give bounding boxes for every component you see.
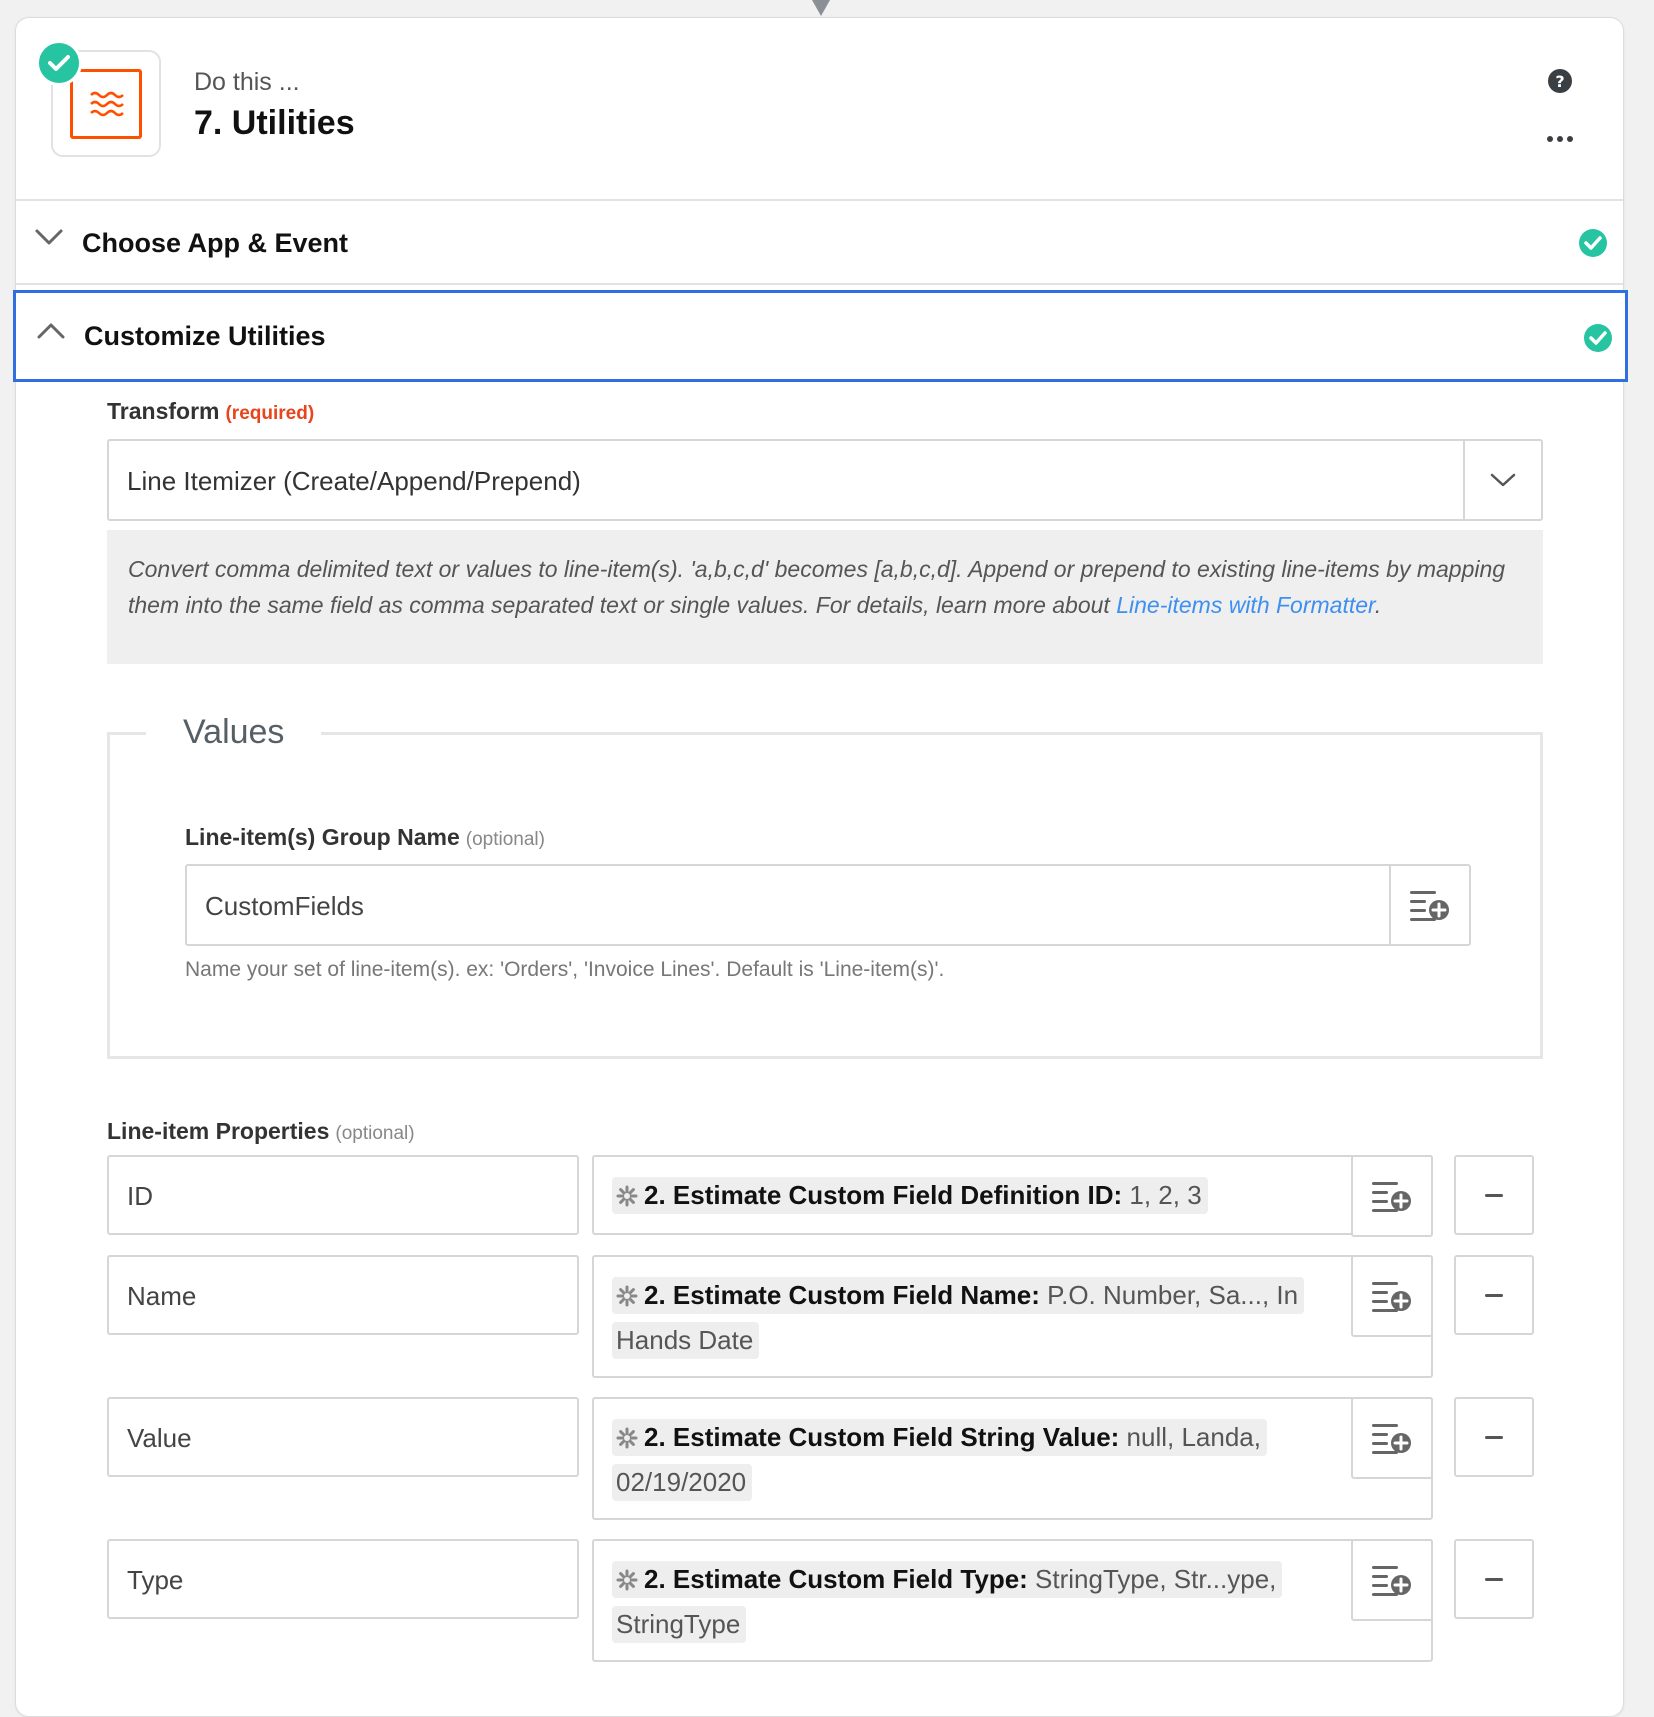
data-pill[interactable]: 2. Estimate Custom Field Definition ID: … xyxy=(612,1177,1208,1214)
data-pill[interactable]: 2. Estimate Custom Field Name: P.O. Numb… xyxy=(612,1277,1305,1359)
step-header[interactable]: Do this ... 7. Utilities ? xyxy=(16,18,1623,201)
remove-row-button[interactable] xyxy=(1454,1155,1534,1235)
insert-data-icon[interactable] xyxy=(1351,1155,1433,1237)
section-label: Choose App & Event xyxy=(82,228,349,258)
group-name-value: CustomFields xyxy=(205,891,364,921)
group-name-label: Line-item(s) Group Name (optional) xyxy=(185,824,545,851)
property-key-input[interactable]: Value xyxy=(107,1397,579,1477)
chevron-down-icon xyxy=(34,227,64,252)
minus-icon xyxy=(1485,1293,1503,1297)
pill-name: 2. Estimate Custom Field String Value: xyxy=(644,1422,1120,1452)
data-pill[interactable]: 2. Estimate Custom Field String Value: n… xyxy=(612,1419,1267,1501)
check-circle-icon xyxy=(1578,228,1608,263)
property-key: Type xyxy=(127,1565,184,1595)
chevron-down-icon[interactable] xyxy=(1463,441,1541,519)
property-key-input[interactable]: Type xyxy=(107,1539,579,1619)
transform-help: Convert comma delimited text or values t… xyxy=(107,530,1543,664)
help-icon[interactable]: ? xyxy=(1547,68,1573,99)
step-kicker: Do this ... xyxy=(194,68,300,96)
svg-text:?: ? xyxy=(1555,72,1564,91)
help-link[interactable]: Line-items with Formatter xyxy=(1116,592,1375,618)
insert-data-icon[interactable] xyxy=(1351,1255,1433,1337)
chevron-up-icon xyxy=(36,321,66,346)
property-value-input[interactable]: 2. Estimate Custom Field String Value: n… xyxy=(592,1397,1433,1520)
pill-name: 2. Estimate Custom Field Type: xyxy=(644,1564,1028,1594)
step-title[interactable]: 7. Utilities xyxy=(194,104,355,143)
remove-row-button[interactable] xyxy=(1454,1397,1534,1477)
pill-value: 1, 2, 3 xyxy=(1122,1180,1202,1210)
formatter-icon xyxy=(70,69,142,139)
properties-label: Line-item Properties (optional) xyxy=(107,1118,415,1145)
transform-label-text: Transform xyxy=(107,398,220,424)
remove-row-button[interactable] xyxy=(1454,1255,1534,1335)
properties-label-text: Line-item Properties xyxy=(107,1118,330,1144)
mapped-field[interactable]: 2. Estimate Custom Field Type: StringTyp… xyxy=(612,1558,1302,1645)
property-key-input[interactable]: ID xyxy=(107,1155,579,1235)
pill-name: 2. Estimate Custom Field Definition ID: xyxy=(644,1180,1123,1210)
transform-label: Transform (required) xyxy=(107,398,314,425)
optional-tag: (optional) xyxy=(465,829,545,850)
check-icon xyxy=(36,40,82,86)
more-icon[interactable] xyxy=(1546,130,1574,148)
property-key: Name xyxy=(127,1281,197,1311)
values-legend: Values xyxy=(146,713,322,752)
step-card: Do this ... 7. Utilities ? Choose App & … xyxy=(13,17,1628,1717)
check-circle-icon xyxy=(1583,323,1613,358)
help-text-end: . xyxy=(1374,592,1382,618)
minus-icon xyxy=(1485,1577,1503,1581)
group-name-input[interactable]: CustomFields xyxy=(185,864,1471,946)
property-key: ID xyxy=(127,1181,153,1211)
insert-data-icon[interactable] xyxy=(1351,1397,1433,1479)
group-name-hint: Name your set of line-item(s). ex: 'Orde… xyxy=(185,958,945,981)
formatter-pill-icon xyxy=(616,1419,638,1461)
insert-data-icon[interactable] xyxy=(1351,1539,1433,1621)
remove-row-button[interactable] xyxy=(1454,1539,1534,1619)
formatter-pill-icon xyxy=(616,1277,638,1319)
property-key: Value xyxy=(127,1423,192,1453)
minus-icon xyxy=(1485,1193,1503,1197)
formatter-pill-icon xyxy=(616,1177,638,1219)
formatter-pill-icon xyxy=(616,1561,638,1603)
required-tag: (required) xyxy=(225,403,315,424)
property-key-input[interactable]: Name xyxy=(107,1255,579,1335)
group-name-label-text: Line-item(s) Group Name xyxy=(185,824,460,850)
transform-value: Line Itemizer (Create/Append/Prepend) xyxy=(127,466,581,496)
mapped-field[interactable]: 2. Estimate Custom Field Name: P.O. Numb… xyxy=(612,1274,1305,1361)
property-value-input[interactable]: 2. Estimate Custom Field Type: StringTyp… xyxy=(592,1539,1433,1662)
section-choose-app-event[interactable]: Choose App & Event xyxy=(16,203,1623,285)
optional-tag: (optional) xyxy=(335,1123,415,1144)
insert-data-icon[interactable] xyxy=(1389,866,1469,944)
transform-select[interactable]: Line Itemizer (Create/Append/Prepend) xyxy=(107,439,1543,521)
property-value-input[interactable]: 2. Estimate Custom Field Definition ID: … xyxy=(592,1155,1433,1237)
mapped-field[interactable]: 2. Estimate Custom Field String Value: n… xyxy=(612,1416,1302,1503)
section-label: Customize Utilities xyxy=(84,321,326,351)
mapped-field[interactable]: 2. Estimate Custom Field Definition ID: … xyxy=(612,1174,1302,1219)
pill-name: 2. Estimate Custom Field Name: xyxy=(644,1280,1040,1310)
property-value-input[interactable]: 2. Estimate Custom Field Name: P.O. Numb… xyxy=(592,1255,1433,1378)
minus-icon xyxy=(1485,1435,1503,1439)
data-pill[interactable]: 2. Estimate Custom Field Type: StringTyp… xyxy=(612,1561,1283,1643)
connector-arrow xyxy=(812,0,830,16)
section-customize-utilities[interactable]: Customize Utilities xyxy=(13,290,1628,382)
